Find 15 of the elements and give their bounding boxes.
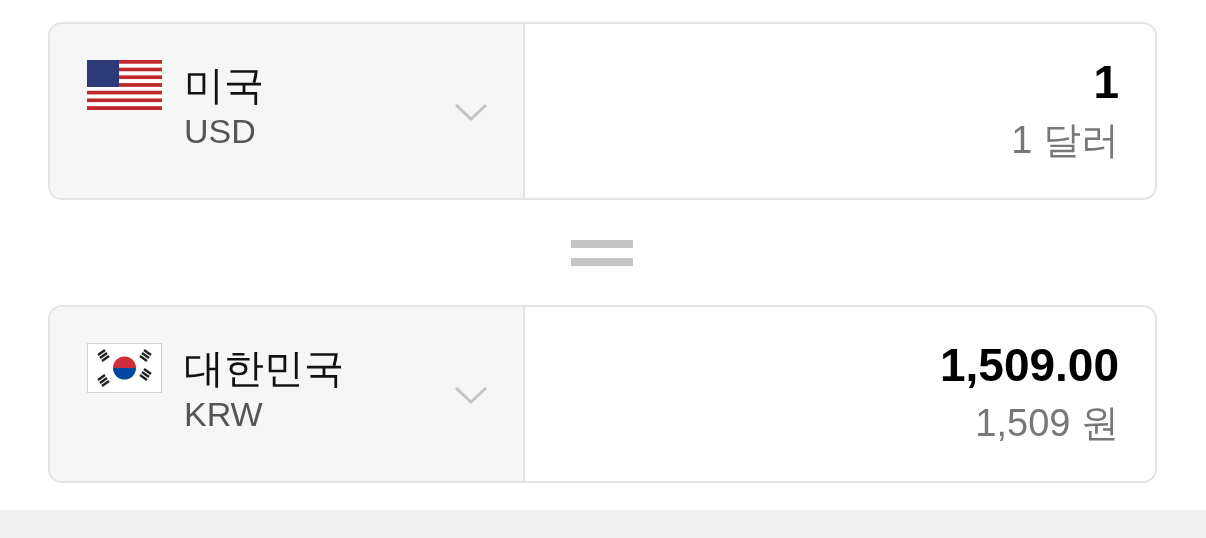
country-name: 미국 xyxy=(184,62,264,109)
currency-selector[interactable]: 미국 USD xyxy=(50,24,525,198)
flag-icon xyxy=(87,343,162,393)
chevron-down-icon xyxy=(454,385,488,405)
currency-selector[interactable]: 대한민국 KRW xyxy=(50,307,525,481)
flag-icon xyxy=(87,60,162,110)
equals-icon xyxy=(571,239,633,266)
amount-words: 1,509 원 xyxy=(975,401,1119,446)
amount-field[interactable]: 1 xyxy=(559,52,1119,112)
currency-code: KRW xyxy=(184,394,264,435)
chevron-down-icon xyxy=(454,102,488,122)
currency-code: USD xyxy=(184,111,257,152)
country-name: 대한민국 xyxy=(184,345,344,392)
amount-field[interactable]: 1,509.00 xyxy=(559,335,1119,395)
amount-words: 1 달러 xyxy=(1011,118,1119,163)
